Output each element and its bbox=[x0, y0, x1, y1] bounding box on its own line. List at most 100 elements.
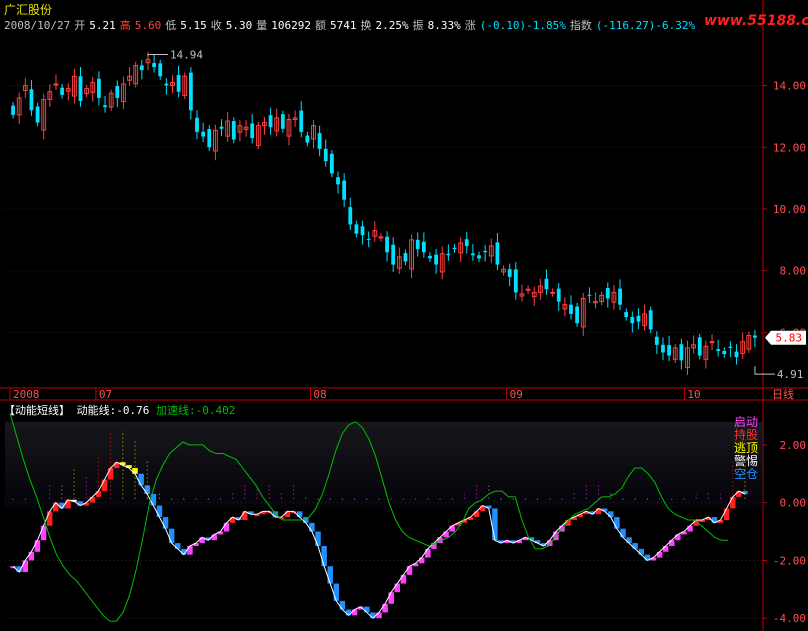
candle-body bbox=[722, 350, 727, 355]
momentum-bar bbox=[211, 534, 218, 541]
amplitude-label: 振 bbox=[412, 19, 424, 32]
momentum-bar bbox=[351, 609, 358, 616]
momentum-bar bbox=[315, 531, 321, 546]
candle-body bbox=[716, 349, 721, 351]
momentum-bar bbox=[394, 583, 401, 593]
momentum-bar bbox=[656, 551, 663, 558]
candle-body bbox=[139, 65, 144, 71]
amount-value: 5741 bbox=[329, 19, 357, 32]
indicator-tick-label: -4.00 bbox=[773, 612, 806, 625]
candle-body bbox=[471, 253, 475, 256]
candle-body bbox=[164, 83, 169, 86]
candle-body bbox=[11, 105, 15, 115]
candle-body bbox=[201, 131, 206, 137]
momentum-bar bbox=[449, 525, 455, 532]
candle-body bbox=[305, 135, 310, 143]
candle-body bbox=[483, 250, 488, 253]
momentum-bar bbox=[632, 543, 638, 549]
candle-body bbox=[53, 83, 59, 86]
candle-body bbox=[268, 115, 273, 128]
candle-body bbox=[97, 78, 101, 98]
momentum-bar bbox=[223, 522, 230, 532]
legend-empty: 空仓 bbox=[733, 467, 758, 481]
momentum-bar bbox=[723, 508, 730, 520]
candle-body bbox=[556, 288, 561, 302]
price-tick-label: 8.00 bbox=[780, 265, 807, 278]
xaxis-label: 07 bbox=[99, 388, 112, 401]
period-label: 日线 bbox=[772, 387, 794, 401]
low-value: 5.15 bbox=[180, 19, 207, 32]
momentum-bar bbox=[327, 566, 333, 584]
candle-body bbox=[569, 304, 573, 314]
candle-body bbox=[728, 346, 733, 348]
momentum-bar bbox=[675, 534, 681, 541]
momentum-bar bbox=[174, 543, 181, 549]
quote-info-bar: 2008/10/27 开 5.21 高 5.60 低 5.15 收 5.30 量 106292 额 57… bbox=[4, 17, 699, 33]
momentum-bar bbox=[339, 600, 346, 610]
momentum-bar bbox=[608, 511, 614, 518]
quote-date: 2008/10/27 bbox=[4, 19, 71, 32]
candle-body bbox=[495, 242, 500, 265]
candle-body bbox=[336, 177, 340, 185]
candle-body bbox=[103, 105, 107, 108]
momentum-bar bbox=[34, 540, 41, 552]
candle-body bbox=[176, 75, 181, 92]
indicator-title: 【动能短线】 bbox=[4, 404, 70, 417]
candle-body bbox=[342, 180, 347, 200]
candle-body bbox=[60, 87, 65, 95]
candle-body bbox=[630, 317, 635, 324]
indicator-band bbox=[5, 421, 763, 429]
candle-body bbox=[317, 133, 322, 149]
momentum-bar bbox=[370, 612, 376, 619]
candle-body bbox=[231, 121, 236, 140]
momentum-bar bbox=[425, 548, 431, 558]
momentum-bar bbox=[443, 531, 449, 538]
candle-body bbox=[648, 310, 653, 330]
candle-body bbox=[709, 341, 715, 344]
momentum-bar bbox=[333, 583, 340, 601]
momentum-bar bbox=[345, 609, 352, 616]
momentum-bar bbox=[296, 511, 303, 518]
extreme-marker-line bbox=[147, 54, 168, 57]
candle-body bbox=[636, 315, 641, 322]
candle-body bbox=[207, 129, 212, 148]
candle-body bbox=[697, 337, 702, 356]
candle-body bbox=[78, 76, 83, 101]
momentum-name: 动能线 bbox=[76, 404, 110, 417]
xaxis-label: 08 bbox=[313, 388, 326, 401]
candle-body bbox=[385, 236, 389, 253]
momentum-bar bbox=[364, 606, 370, 613]
candle-body bbox=[366, 238, 371, 240]
candle-body bbox=[299, 110, 304, 132]
momentum-bar bbox=[28, 551, 35, 561]
momentum-bar bbox=[40, 525, 47, 541]
momentum-bar bbox=[132, 468, 138, 474]
candle-body bbox=[544, 278, 549, 290]
xaxis-label: 09 bbox=[510, 388, 523, 401]
candle-body bbox=[354, 224, 359, 234]
open-value: 5.21 bbox=[89, 19, 116, 32]
momentum-bar bbox=[138, 473, 144, 486]
momentum-bar bbox=[162, 517, 169, 529]
candle-body bbox=[575, 306, 580, 324]
momentum-bar bbox=[388, 592, 394, 604]
candle-body bbox=[452, 247, 457, 250]
candle-body bbox=[446, 253, 451, 256]
change-label: 涨 bbox=[464, 19, 476, 32]
candle-body bbox=[415, 239, 420, 250]
momentum-bar bbox=[687, 525, 693, 532]
xaxis-label: 10 bbox=[687, 388, 700, 401]
momentum-bar bbox=[284, 511, 291, 518]
momentum-bar bbox=[669, 540, 675, 546]
candle-body bbox=[329, 153, 334, 174]
candle-body bbox=[391, 244, 396, 265]
indicator-tick-label: 2.00 bbox=[780, 439, 807, 452]
low-label: 低 bbox=[165, 19, 177, 32]
candle-body bbox=[667, 345, 671, 356]
indicator-tick-label: -2.00 bbox=[773, 554, 806, 567]
candle-body bbox=[152, 63, 156, 68]
momentum-bar bbox=[321, 546, 327, 567]
momentum-bar bbox=[638, 548, 645, 555]
momentum-bar bbox=[376, 612, 382, 619]
indicator-band bbox=[5, 450, 763, 458]
